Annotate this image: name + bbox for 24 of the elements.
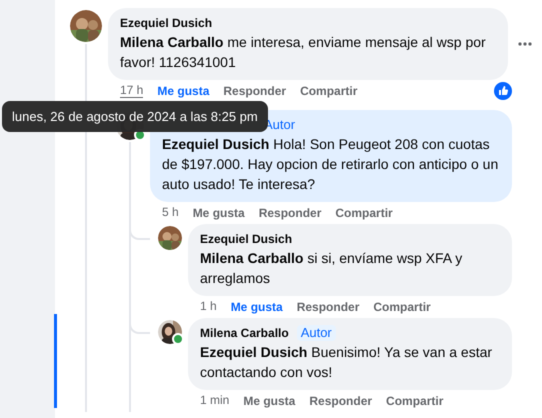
like-button[interactable]: Me gusta bbox=[157, 84, 210, 98]
reply-button[interactable]: Responder bbox=[258, 206, 322, 220]
comment-text: Ezequiel Dusich Buenisimo! Ya se van a estar contactando con vos! bbox=[200, 343, 494, 382]
comment-text: Ezequiel Dusich Hola! Son Peugeot 208 con cuotas de $197.000. Hay opcion de retirarlo con anticipo o un auto usado! Te interesa? bbox=[162, 135, 500, 194]
comment-text: Milena Carballo si si, envíame wsp XFA y arreglamos bbox=[200, 249, 464, 288]
timestamp-link[interactable]: 1 min bbox=[200, 394, 230, 408]
like-button[interactable]: Me gusta bbox=[243, 394, 296, 408]
reply-button[interactable]: Responder bbox=[309, 394, 372, 408]
author-name[interactable]: Ezequiel Dusich bbox=[120, 15, 212, 31]
share-button[interactable]: Compartir bbox=[386, 394, 444, 408]
reply-button[interactable]: Responder bbox=[223, 84, 286, 98]
reply-button[interactable]: Responder bbox=[296, 300, 360, 314]
timestamp-link[interactable]: 17 h bbox=[120, 84, 144, 98]
share-button[interactable]: Compartir bbox=[300, 84, 358, 98]
timestamp-link[interactable]: 1 h bbox=[200, 300, 217, 314]
author-name[interactable]: Milena Carballo bbox=[200, 325, 289, 341]
like-button[interactable]: Me gusta bbox=[192, 206, 245, 220]
like-button[interactable]: Me gusta bbox=[230, 300, 283, 314]
author-name[interactable]: Ezequiel Dusich bbox=[200, 231, 292, 247]
share-button[interactable]: Compartir bbox=[335, 206, 393, 220]
timestamp-link[interactable]: 5 h bbox=[162, 206, 179, 220]
author-label: Autor bbox=[296, 325, 336, 341]
share-button[interactable]: Compartir bbox=[373, 300, 431, 314]
comment-text: Milena Carballo me interesa, enviame mensaje al wsp por favor! 1126341001 bbox=[120, 33, 487, 72]
